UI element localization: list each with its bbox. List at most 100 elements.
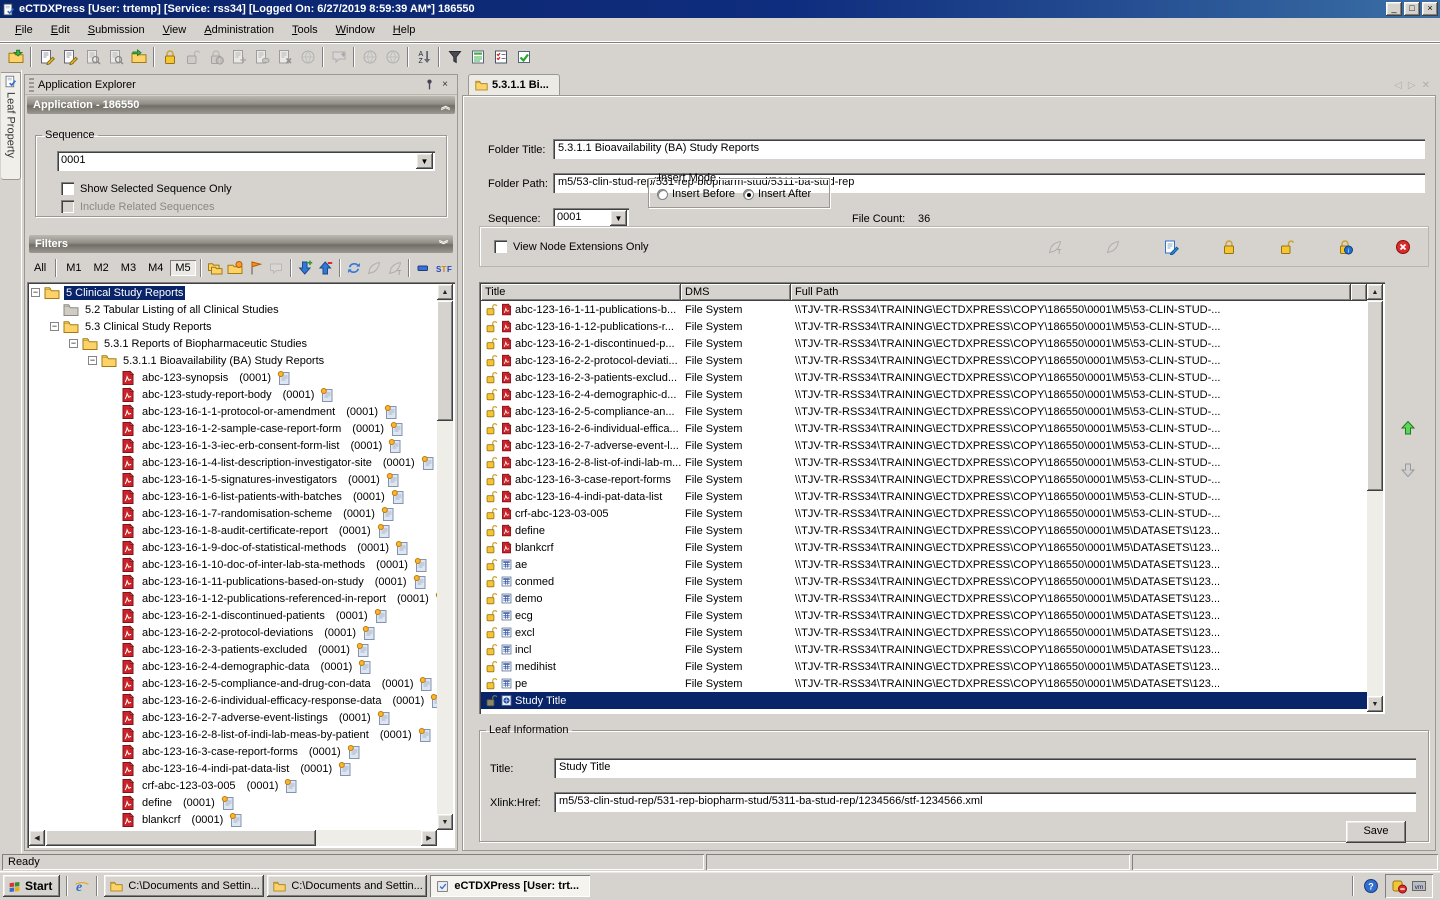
funnel-button[interactable]	[443, 46, 466, 68]
tree-horizontal-scrollbar[interactable]: ◀ ▶	[29, 830, 437, 846]
tree-item[interactable]: abc-123-16-2-2-protocol-deviations(0001)	[29, 624, 437, 641]
file-row[interactable]: abc-123-16-4-indi-pat-data-listFile Syst…	[481, 488, 1383, 505]
scroll-down-icon[interactable]: ▼	[1367, 696, 1383, 712]
close-panel-icon[interactable]: ×	[437, 78, 453, 92]
pin-icon[interactable]	[421, 78, 437, 92]
quill-t-button[interactable]: T	[1044, 236, 1066, 258]
move-up-icon[interactable]	[1400, 420, 1416, 436]
doc-edit-button[interactable]	[58, 46, 81, 68]
quill-button[interactable]	[1102, 236, 1124, 258]
save-button[interactable]: Save	[1346, 821, 1406, 843]
radio-circle[interactable]	[743, 189, 754, 200]
tree-expander-icon[interactable]: −	[31, 288, 40, 297]
tree-item[interactable]: abc-123-16-2-5-compliance-and-drug-con-d…	[29, 675, 437, 692]
filter-tab-m1[interactable]: M1	[61, 260, 86, 276]
tray-shield-icon[interactable]	[1391, 878, 1407, 894]
file-row[interactable]: demoFile System\\TJV-TR-RSS34\TRAINING\E…	[481, 590, 1383, 607]
scroll-thumb[interactable]	[1367, 301, 1383, 491]
tree-item[interactable]: abc-123-16-1-8-audit-certificate-report(…	[29, 522, 437, 539]
file-row[interactable]: exclFile System\\TJV-TR-RSS34\TRAINING\E…	[481, 624, 1383, 641]
tree-item[interactable]: abc-123-16-1-5-signatures-investigators(…	[29, 471, 437, 488]
file-row[interactable]: aeFile System\\TJV-TR-RSS34\TRAINING\ECT…	[481, 556, 1383, 573]
column-header-title[interactable]: Title	[481, 284, 681, 301]
taskbar-button[interactable]: eCTDXPress [User: trt...	[430, 875, 590, 897]
menu-window[interactable]: Window	[327, 21, 384, 39]
comment-plus-button[interactable]	[327, 46, 350, 68]
tree-item[interactable]: abc-123-16-1-3-iec-erb-consent-form-list…	[29, 437, 437, 454]
open-folder-button[interactable]	[4, 46, 27, 68]
scroll-thumb[interactable]	[437, 301, 453, 421]
tree-item[interactable]: abc-123-16-1-1-protocol-or-amendment(000…	[29, 403, 437, 420]
insert-after-radio[interactable]: Insert After	[743, 188, 811, 200]
file-row[interactable]: abc-123-16-2-8-list-of-indi-lab-m...File…	[481, 454, 1383, 471]
scroll-up-icon[interactable]: ▲	[1367, 284, 1383, 300]
maximize-button[interactable]: □	[1404, 2, 1420, 16]
file-row[interactable]: Study Title	[481, 692, 1383, 709]
tree-item[interactable]: abc-123-16-1-4-list-description-investig…	[29, 454, 437, 471]
quill-button[interactable]	[365, 258, 383, 278]
minimize-button[interactable]: _	[1386, 2, 1402, 16]
doc-search-button[interactable]	[81, 46, 104, 68]
tree-item[interactable]: abc-123-16-1-12-publications-referenced-…	[29, 590, 437, 607]
tree-item[interactable]: −5.3.1.1 Bioavailability (BA) Study Repo…	[29, 352, 437, 369]
filter-tab-m4[interactable]: M4	[143, 260, 168, 276]
tree-item[interactable]: −5 Clinical Study Reports	[29, 284, 437, 301]
pin-icon[interactable]	[423, 78, 436, 91]
checkbox-box[interactable]	[494, 240, 507, 253]
file-row[interactable]: abc-123-16-2-5-compliance-an...File Syst…	[481, 403, 1383, 420]
lock-closed-button[interactable]	[158, 46, 181, 68]
file-row[interactable]: abc-123-16-2-1-discontinued-p...File Sys…	[481, 335, 1383, 352]
file-row[interactable]: defineFile System\\TJV-TR-RSS34\TRAINING…	[481, 522, 1383, 539]
tree-item[interactable]: abc-123-16-1-9-doc-of-statistical-method…	[29, 539, 437, 556]
menu-submission[interactable]: Submission	[79, 21, 154, 39]
sphere-button[interactable]	[358, 46, 381, 68]
tree-item[interactable]: 5.2 Tabular Listing of all Clinical Stud…	[29, 301, 437, 318]
stf-text-button[interactable]: STF	[434, 258, 452, 278]
doc-plus-button[interactable]	[227, 46, 250, 68]
tree-item[interactable]: abc-123-16-2-8-list-of-indi-lab-meas-by-…	[29, 726, 437, 743]
blue-dash-button[interactable]	[414, 258, 432, 278]
column-header-dms[interactable]: DMS	[681, 284, 791, 301]
scroll-left-icon[interactable]: ◀	[29, 830, 45, 846]
scroll-up-icon[interactable]: ▲	[437, 284, 453, 300]
tree-item[interactable]: abc-123-16-2-1-discontinued-patients(000…	[29, 607, 437, 624]
tree-item[interactable]: −5.3 Clinical Study Reports	[29, 318, 437, 335]
filter-tab-m5[interactable]: M5	[170, 260, 195, 276]
tab-next-icon[interactable]: ▷	[1408, 80, 1416, 91]
refresh-button[interactable]	[345, 258, 363, 278]
menu-administration[interactable]: Administration	[195, 21, 283, 39]
file-row[interactable]: conmedFile System\\TJV-TR-RSS34\TRAINING…	[481, 573, 1383, 590]
menu-file[interactable]: File	[6, 21, 42, 39]
edit-note-button[interactable]	[1160, 236, 1182, 258]
tree-expander-icon[interactable]: −	[50, 322, 59, 331]
doc-x-button[interactable]	[273, 46, 296, 68]
lock-open-button[interactable]	[181, 46, 204, 68]
tree-vertical-scrollbar[interactable]: ▲ ▼	[437, 284, 453, 830]
file-row[interactable]: inclFile System\\TJV-TR-RSS34\TRAINING\E…	[481, 641, 1383, 658]
scroll-down-icon[interactable]: ▼	[437, 814, 453, 830]
sequence-combo[interactable]: 0001 ▼	[57, 151, 435, 171]
filter-tab-m2[interactable]: M2	[89, 260, 114, 276]
flag-button[interactable]	[247, 258, 265, 278]
menu-tools[interactable]: Tools	[283, 21, 327, 39]
arrow-down-plus-button[interactable]	[296, 258, 314, 278]
file-row[interactable]: abc-123-16-2-6-individual-effica...File …	[481, 420, 1383, 437]
tree-item[interactable]: abc-123-16-2-3-patients-excluded(0001)	[29, 641, 437, 658]
tree-expander-icon[interactable]: −	[69, 339, 78, 348]
taskbar-button[interactable]: C:\Documents and Settin...	[104, 875, 264, 897]
tree-item[interactable]: define(0001)	[29, 794, 437, 811]
check-green-button[interactable]	[512, 46, 535, 68]
file-row[interactable]: abc-123-16-2-7-adverse-event-l...File Sy…	[481, 437, 1383, 454]
folder-title-input[interactable]: 5.3.1.1 Bioavailability (BA) Study Repor…	[553, 139, 1425, 159]
drag-grip[interactable]	[29, 78, 34, 92]
column-header-full-path[interactable]: Full Path	[791, 284, 1351, 301]
file-row[interactable]: blankcrfFile System\\TJV-TR-RSS34\TRAINI…	[481, 539, 1383, 556]
filter-tab-all[interactable]: All	[29, 260, 51, 276]
move-up-button[interactable]	[1395, 420, 1421, 436]
menu-edit[interactable]: Edit	[42, 21, 79, 39]
file-row[interactable]: abc-123-16-1-11-publications-b...File Sy…	[481, 301, 1383, 318]
scroll-thumb[interactable]	[46, 830, 316, 846]
sphere-button[interactable]	[381, 46, 404, 68]
collapse-chevron-icon[interactable]: ︽	[441, 99, 449, 112]
doc-search-button[interactable]	[104, 46, 127, 68]
